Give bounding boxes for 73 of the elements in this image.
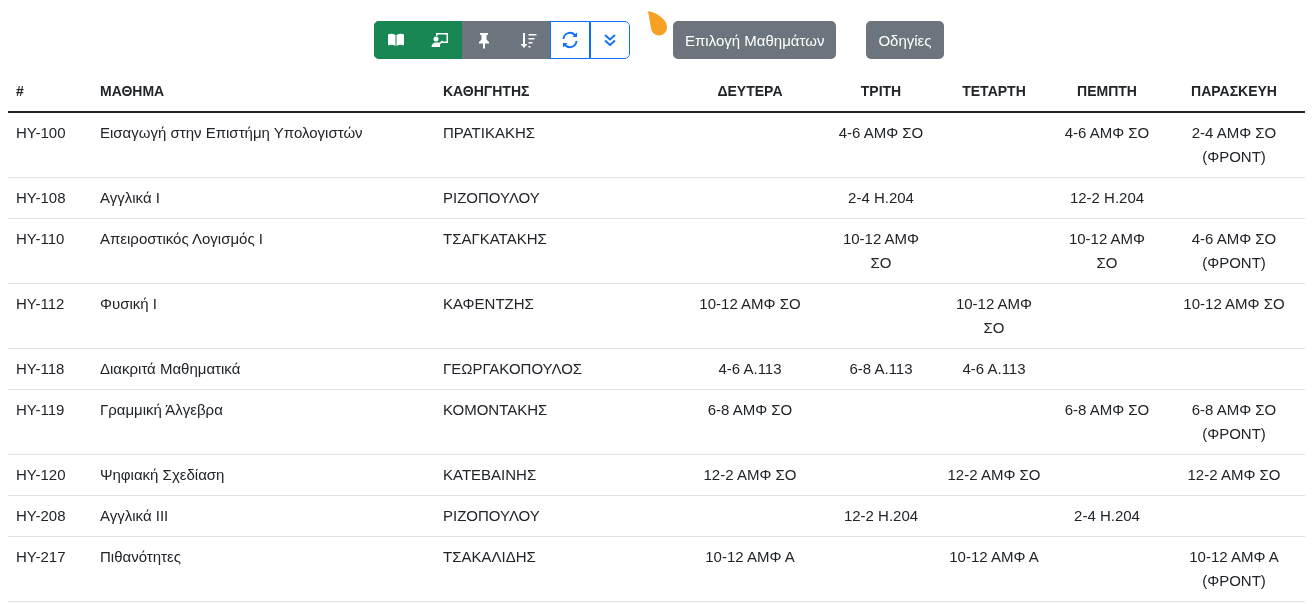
toolbar-button[interactable] (374, 21, 418, 59)
teacher-icon (431, 31, 449, 49)
table-cell: 12-2 Η.204 (843, 507, 919, 524)
table-cell: 6-8 ΑΜΦ ΣΟ (1064, 401, 1150, 418)
column-header: ΜΑΘΗΜΑ (92, 71, 435, 112)
table-cell: ΚΟΜΟΝΤΑΚΗΣ (443, 401, 548, 418)
column-header: # (8, 71, 92, 112)
table-cell: ΗΥ-110 (16, 230, 65, 247)
toolbar-button[interactable] (550, 21, 590, 59)
table-cell: 10-12 ΑΜΦ ΣΟ (699, 295, 801, 312)
sort-icon (519, 31, 537, 49)
toolbar-button[interactable] (462, 21, 506, 59)
table-cell: ΤΣΑΓΚΑΤΑΚΗΣ (443, 230, 547, 247)
table-cell: 2-4 ΑΜΦ ΣΟ (ΦΡΟΝΤ) (1191, 124, 1277, 165)
table-cell: Πιθανότητες (100, 548, 181, 565)
action-button[interactable]: Οδηγίες (866, 21, 944, 59)
table-cell: ΡΙΖΟΠΟΥΛΟΥ (443, 507, 540, 524)
table-cell: Απειροστικός Λογισμός I (100, 230, 263, 247)
table-cell: 6-8 ΑΜΦ ΣΟ (707, 401, 793, 418)
column-header: ΔΕΥΤΕΡΑ (675, 71, 825, 112)
table-cell: ΚΑΤΕΒΑΙΝΗΣ (443, 466, 537, 483)
column-header: ΤΡΙΤΗ (825, 71, 937, 112)
table-cell: ΗΥ-108 (16, 189, 66, 206)
table-cell: ΗΥ-208 (16, 507, 66, 524)
table-cell: 12-2 ΑΜΦ ΣΟ (703, 466, 797, 483)
action-button[interactable]: Επιλογή Μαθημάτων (673, 21, 837, 59)
table-cell: ΗΥ-112 (16, 295, 65, 312)
table-cell: 2-4 Η.204 (1074, 507, 1140, 524)
table-cell: ΡΙΖΟΠΟΥΛΟΥ (443, 189, 540, 206)
table-cell: 12-2 Η.204 (1069, 189, 1145, 206)
table-cell: 10-12 ΑΜΦ Α (ΦΡΟΝΤ) (1189, 548, 1279, 589)
toolbar-button[interactable] (590, 21, 630, 59)
table-cell: 4-6 ΑΜΦ ΣΟ (1064, 124, 1150, 141)
column-header: ΠΕΜΠΤΗ (1051, 71, 1163, 112)
table-cell: 4-6 ΑΜΦ ΣΟ (ΦΡΟΝΤ) (1191, 230, 1277, 271)
table-cell: 10-12 ΑΜΦ ΣΟ (955, 295, 1033, 336)
table-cell: 4-6 Α.113 (718, 360, 782, 377)
table-cell: ΚΑΦΕΝΤΖΗΣ (443, 295, 534, 312)
table-cell: Φυσική I (100, 295, 157, 312)
table-cell: 12-2 ΑΜΦ ΣΟ (1187, 466, 1281, 483)
table-cell: Εισαγωγή στην Επιστήμη Υπολογιστών (100, 124, 363, 141)
table-cell: ΗΥ-118 (16, 360, 65, 377)
table-cell: 4-6 ΑΜΦ ΣΟ (838, 124, 924, 141)
table-cell: ΗΥ-100 (16, 124, 66, 141)
table-cell: Διακριτά Μαθηματικά (100, 360, 241, 377)
column-header: ΤΕΤΑΡΤΗ (937, 71, 1051, 112)
table-cell: ΗΥ-120 (16, 466, 66, 483)
table-cell: 10-12 ΑΜΦ ΣΟ (1068, 230, 1146, 271)
table-cell: 10-12 ΑΜΦ ΣΟ (842, 230, 920, 271)
table-cell: 10-12 ΑΜΦ ΣΟ (1183, 295, 1285, 312)
table-cell: 10-12 ΑΜΦ Α (949, 548, 1039, 565)
table-cell: 6-8 Α.113 (849, 360, 913, 377)
book-icon (387, 31, 405, 49)
table-cell: 4-6 Α.113 (962, 360, 1026, 377)
refresh-icon (561, 31, 579, 49)
drop-icon (646, 10, 668, 36)
toolbar-button[interactable] (418, 21, 462, 59)
column-header: ΚΑΘΗΓΗΤΗΣ (435, 71, 675, 112)
table-cell: ΠΡΑΤΙΚΑΚΗΣ (443, 124, 536, 141)
table-cell: Αγγλικά III (100, 507, 169, 524)
table-cell: 10-12 ΑΜΦ Α (705, 548, 795, 565)
table-cell: 6-8 ΑΜΦ ΣΟ (ΦΡΟΝΤ) (1191, 401, 1277, 442)
table-cell: Ψηφιακή Σχεδίαση (100, 466, 225, 483)
column-header: ΠΑΡΑΣΚΕΥΗ (1163, 71, 1305, 112)
table-cell: 2-4 Η.204 (848, 189, 914, 206)
table-cell: 12-2 ΑΜΦ ΣΟ (947, 466, 1041, 483)
table-cell: Αγγλικά I (100, 189, 160, 206)
table-cell: ΗΥ-119 (16, 401, 65, 418)
table-cell: Γραμμική Άλγεβρα (100, 401, 223, 418)
table-cell: ΤΣΑΚΑΛΙΔΗΣ (443, 548, 536, 565)
table-cell: ΓΕΩΡΓΑΚΟΠΟΥΛΟΣ (443, 360, 583, 377)
toolbar-button[interactable] (506, 21, 550, 59)
table-cell: ΗΥ-217 (16, 548, 66, 565)
